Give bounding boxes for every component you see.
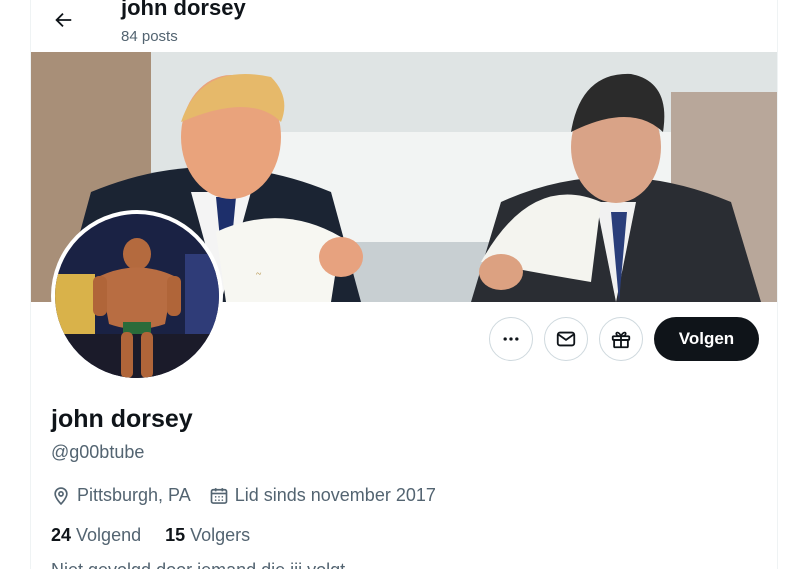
profile-location: Pittsburgh, PA <box>77 485 191 505</box>
location-icon <box>51 486 71 506</box>
profile-name: john dorsey <box>51 405 193 433</box>
following-count: 24 <box>51 525 72 545</box>
svg-text:~: ~ <box>256 269 262 280</box>
profile-handle: @g00btube <box>51 442 145 462</box>
calendar-icon <box>209 486 229 506</box>
gift-button[interactable] <box>599 317 643 361</box>
header-name: john dorsey <box>121 0 246 20</box>
header-post-count: 84 posts <box>121 28 178 45</box>
mail-icon <box>556 331 576 347</box>
profile-joined: Lid sinds november 2017 <box>234 485 436 505</box>
follow-button[interactable]: Volgen <box>654 317 759 361</box>
followers-link[interactable]: 15 Volgers <box>165 525 250 546</box>
ellipsis-icon <box>503 337 519 341</box>
following-label: Volgend <box>76 525 142 545</box>
profile-column: john dorsey 84 posts ~ Volgen john dorse… <box>30 0 778 569</box>
avatar[interactable] <box>51 210 223 382</box>
profile-meta: Pittsburgh, PA Lid sinds november 2017 <box>51 485 436 506</box>
mutual-followers-text: Niet gevolgd door iemand die jij volgt <box>51 560 345 569</box>
back-button[interactable] <box>45 2 81 38</box>
message-button[interactable] <box>544 317 588 361</box>
follow-stats: 24 Volgend 15 Volgers <box>51 525 250 546</box>
followers-count: 15 <box>165 525 186 545</box>
more-options-button[interactable] <box>489 317 533 361</box>
followers-label: Volgers <box>190 525 251 545</box>
following-link[interactable]: 24 Volgend <box>51 525 141 546</box>
avatar-photo <box>55 214 219 378</box>
gift-icon <box>611 331 631 349</box>
arrow-left-icon <box>55 12 72 28</box>
